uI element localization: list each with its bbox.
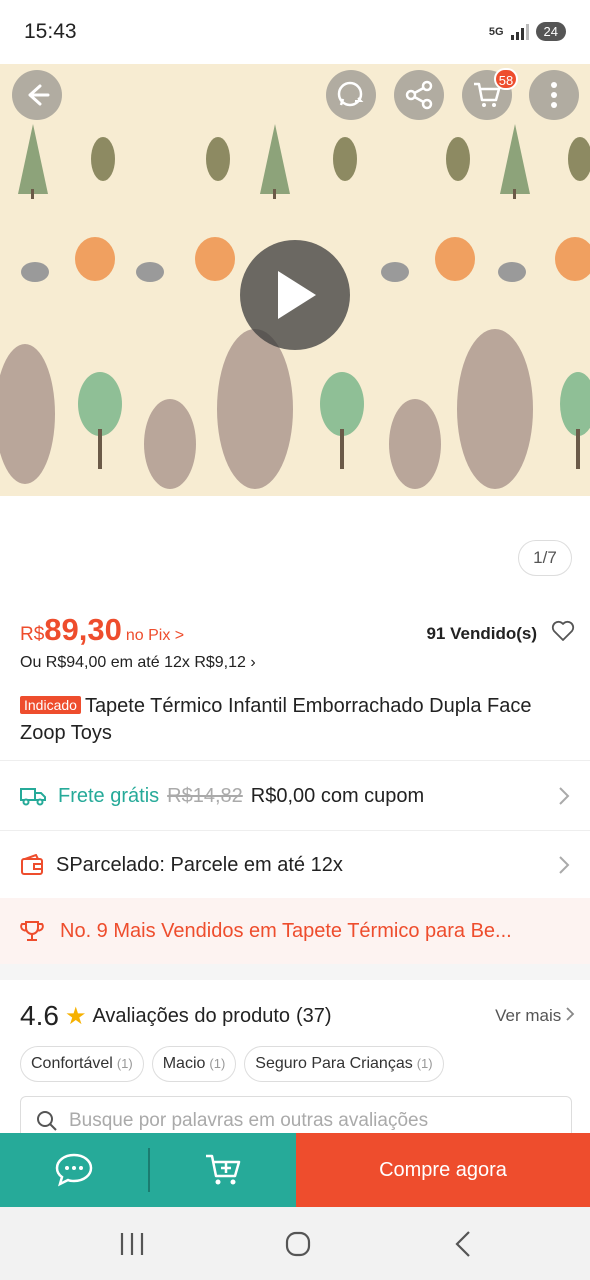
- add-to-cart-icon: [206, 1154, 241, 1185]
- play-video-button[interactable]: [240, 240, 350, 350]
- chip-label: Macio: [162, 1055, 206, 1072]
- network-icon: 5G: [488, 25, 504, 38]
- play-icon: [278, 271, 316, 319]
- favorite-heart-icon[interactable]: [551, 620, 575, 642]
- whatsapp-share-button[interactable]: [326, 70, 376, 120]
- back-icon: [28, 84, 50, 106]
- status-icons: 5G 24: [489, 22, 566, 41]
- indicado-tag: Indicado: [20, 696, 81, 714]
- ranking-banner[interactable]: No. 9 Mais Vendidos em Tapete Térmico pa…: [0, 898, 590, 964]
- chip-count: (1): [416, 1056, 433, 1071]
- truck-icon: [20, 788, 46, 806]
- chip-label: Confortável: [31, 1055, 113, 1072]
- sold-count: 91 Vendido(s): [426, 624, 537, 643]
- free-shipping-label: Frete grátis: [58, 784, 160, 807]
- section-gap: [0, 964, 590, 980]
- back-button[interactable]: [12, 70, 62, 120]
- wallet-icon: [21, 854, 43, 875]
- review-chip[interactable]: Seguro Para Crianças (1): [244, 1046, 444, 1082]
- product-title-text: Tapete Térmico Infantil Emborrachado Dup…: [20, 695, 532, 744]
- reviews-label: Avaliações do produto: [92, 1004, 291, 1027]
- search-icon: [37, 1111, 57, 1131]
- reviews-header: 4.6 ★ Avaliações do produto (37) Ver mai…: [20, 996, 575, 1036]
- review-search-input[interactable]: [69, 1110, 549, 1132]
- divider: [0, 760, 590, 761]
- ranking-label: No. 9 Mais Vendidos em Tapete Térmico pa…: [60, 919, 512, 942]
- chip-count: (1): [116, 1056, 133, 1071]
- share-button[interactable]: [394, 70, 444, 120]
- product-title: Indicado Tapete Térmico Infantil Emborrac…: [20, 692, 570, 747]
- add-to-cart-button[interactable]: [150, 1133, 296, 1207]
- whatsapp-icon: [337, 81, 364, 107]
- review-chip[interactable]: Confortável (1): [20, 1046, 144, 1082]
- share-icon: [405, 80, 433, 110]
- installments-label: SParcelado: Parcele em até 12x: [56, 853, 343, 876]
- more-icon: [551, 82, 557, 108]
- price-value: 89,30: [44, 612, 122, 647]
- cart-button[interactable]: 58: [462, 68, 518, 120]
- price-currency: R$: [20, 624, 45, 645]
- rating-score: 4.6: [20, 1000, 59, 1031]
- status-time: 15:43: [24, 20, 77, 43]
- bottom-action-bar: Compre agora: [0, 1133, 590, 1207]
- chevron-right-icon: [559, 856, 570, 874]
- recents-icon[interactable]: [118, 1231, 146, 1257]
- reviews-count: (37): [296, 1004, 332, 1027]
- chevron-right-icon: [566, 1007, 575, 1021]
- chip-label: Seguro Para Crianças: [255, 1055, 413, 1072]
- chat-icon: [55, 1153, 93, 1187]
- image-counter: 1/7: [518, 540, 572, 576]
- review-chips: Confortável (1) Macio (1) Seguro Para Cria…: [20, 1046, 444, 1082]
- price-row: R$89,30 no Pix > 91 Vendido(s): [20, 612, 575, 652]
- buy-now-button[interactable]: Compre agora: [296, 1133, 590, 1207]
- see-more-link[interactable]: Ver mais: [495, 1006, 575, 1026]
- cart-badge: 58: [494, 68, 518, 90]
- chip-count: (1): [209, 1056, 226, 1071]
- shipping-row[interactable]: Frete grátis R$14,82 R$0,00 com cupom: [0, 762, 590, 830]
- star-icon: ★: [64, 1002, 87, 1030]
- battery-icon: 24: [535, 22, 566, 41]
- installments-row[interactable]: SParcelado: Parcele em até 12x: [0, 831, 590, 899]
- trophy-icon: [20, 921, 44, 941]
- back-nav-icon[interactable]: [454, 1230, 472, 1258]
- new-shipping-price: R$0,00 com cupom: [250, 784, 425, 807]
- installment-info[interactable]: Ou R$94,00 em até 12x R$9,12 ›: [20, 654, 256, 672]
- old-shipping-price: R$14,82: [167, 784, 243, 807]
- signal-icon: [510, 23, 529, 40]
- home-icon[interactable]: [284, 1230, 312, 1258]
- more-button[interactable]: [529, 70, 579, 120]
- chevron-right-icon: [559, 787, 570, 805]
- chat-button[interactable]: [0, 1133, 148, 1207]
- review-chip[interactable]: Macio (1): [151, 1046, 237, 1082]
- system-nav-bar: [0, 1207, 590, 1280]
- status-bar: 15:43 5G 24: [0, 0, 590, 64]
- pix-link[interactable]: no Pix >: [126, 627, 184, 644]
- see-more-label: Ver mais: [495, 1006, 562, 1025]
